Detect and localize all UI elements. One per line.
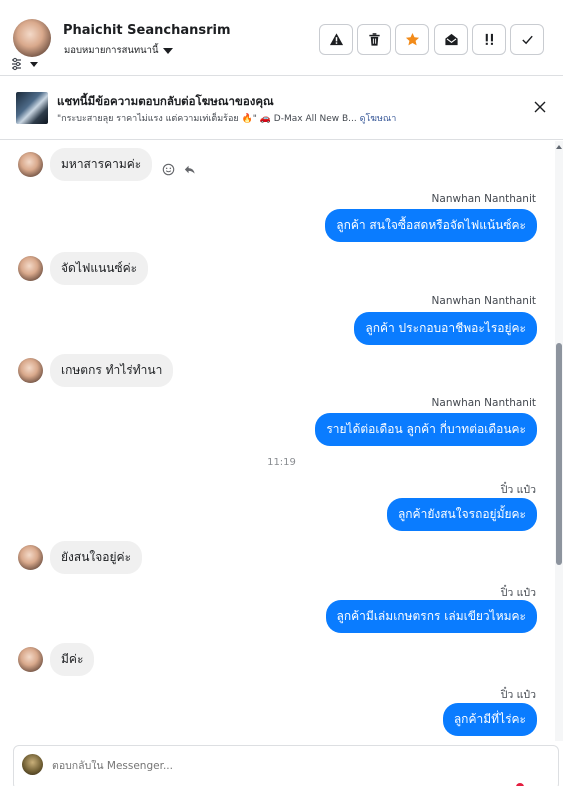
incoming-bubble[interactable]: ยังสนใจอยู่ค่ะ <box>50 541 143 574</box>
outgoing-bubble[interactable]: ลูกค้ามีเล่มเกษตรกร เล่มเขียวไหมคะ <box>325 600 537 633</box>
delete-button[interactable] <box>357 24 391 55</box>
incoming-message: มีค่ะ <box>18 643 95 676</box>
view-ad-link[interactable]: ดูโฆษณา <box>360 114 397 124</box>
chat-scrollbar-thumb[interactable] <box>556 343 562 565</box>
avatar <box>18 647 43 672</box>
sender-name: ปิ๋ว แป๋ว <box>500 689 536 701</box>
warning-icon <box>329 33 343 46</box>
page-avatar <box>22 754 43 775</box>
incoming-bubble[interactable]: เกษตกร ทำไร่ทำนา <box>50 354 174 387</box>
conversation-header: Phaichit Seanchansrim มอบหมายการสนทนานี้ <box>0 0 563 76</box>
filter-settings-icon[interactable] <box>10 57 40 71</box>
sender-name: ปิ๋ว แป๋ว <box>500 484 536 496</box>
reply-composer <box>13 745 559 786</box>
incoming-message: เกษตกร ทำไร่ทำนา <box>18 354 174 387</box>
ad-text: "กระบะสายลุย ราคาไม่แรง แต่ความเท่เต็มร้… <box>57 114 357 124</box>
mark-done-button[interactable] <box>510 24 544 55</box>
close-icon[interactable] <box>533 100 547 114</box>
message-actions <box>162 163 196 176</box>
timestamp-divider: 11:19 <box>267 457 296 468</box>
avatar <box>18 152 43 177</box>
outgoing-bubble[interactable]: ลูกค้า สนใจซื้อสดหรือจัดไฟแน้นซ์คะ <box>325 209 537 242</box>
incoming-bubble[interactable]: มีค่ะ <box>50 643 95 676</box>
report-button[interactable] <box>319 24 353 55</box>
star-icon <box>405 32 419 46</box>
scroll-up-icon[interactable] <box>556 145 562 149</box>
incoming-bubble[interactable]: จัดไฟแนนซ์ค่ะ <box>50 252 149 285</box>
avatar <box>18 545 43 570</box>
incoming-bubble[interactable]: มหาสารคามค่ะ <box>50 148 153 181</box>
sender-name: ปิ๋ว แป๋ว <box>500 587 536 599</box>
outgoing-bubble[interactable]: รายได้ต่อเดือน ลูกค้า กี่บาทต่อเดือนคะ <box>315 413 537 446</box>
assign-conversation-dropdown[interactable]: มอบหมายการสนทนานี้ <box>64 43 173 58</box>
contact-avatar[interactable] <box>13 19 51 57</box>
envelope-open-icon <box>444 33 458 46</box>
mark-unread-button[interactable] <box>434 24 468 55</box>
exclaim-icon <box>485 33 493 45</box>
chevron-down-icon <box>162 47 173 54</box>
sender-name: Nanwhan Nanthanit <box>431 193 536 205</box>
avatar <box>18 256 43 281</box>
ad-thumbnail[interactable] <box>16 92 48 124</box>
incoming-message: จัดไฟแนนซ์ค่ะ <box>18 252 149 285</box>
sender-name: Nanwhan Nanthanit <box>431 295 536 307</box>
react-smiley-icon[interactable] <box>162 163 175 176</box>
outgoing-bubble[interactable]: ลูกค้า ประกอบอาชีพอะไรอยู่คะ <box>354 312 537 345</box>
incoming-message: มหาสารคามค่ะ <box>18 148 196 181</box>
incoming-message: ยังสนใจอยู่ค่ะ <box>18 541 143 574</box>
outgoing-bubble[interactable]: ลูกค้ายังสนใจรถอยู่มั้ยคะ <box>386 498 537 531</box>
sender-name: Nanwhan Nanthanit <box>431 397 536 409</box>
reply-arrow-icon[interactable] <box>183 163 196 176</box>
star-button[interactable] <box>395 24 429 55</box>
ad-reply-banner: แชทนี้มีข้อความตอบกลับต่อโฆษณาของคุณ "กร… <box>0 76 563 140</box>
ad-text-row: "กระบะสายลุย ราคาไม่แรง แต่ความเท่เต็มร้… <box>57 111 396 125</box>
ad-banner-title: แชทนี้มีข้อความตอบกลับต่อโฆษณาของคุณ <box>57 94 274 108</box>
reply-input[interactable] <box>52 760 452 772</box>
follow-up-button[interactable] <box>472 24 506 55</box>
outgoing-bubble[interactable]: ลูกค้ามีที่ไร่คะ <box>442 703 537 736</box>
assign-label: มอบหมายการสนทนานี้ <box>64 45 159 56</box>
check-icon <box>521 35 533 45</box>
trash-icon <box>368 33 380 46</box>
contact-name[interactable]: Phaichit Seanchansrim <box>63 23 231 38</box>
avatar <box>18 358 43 383</box>
